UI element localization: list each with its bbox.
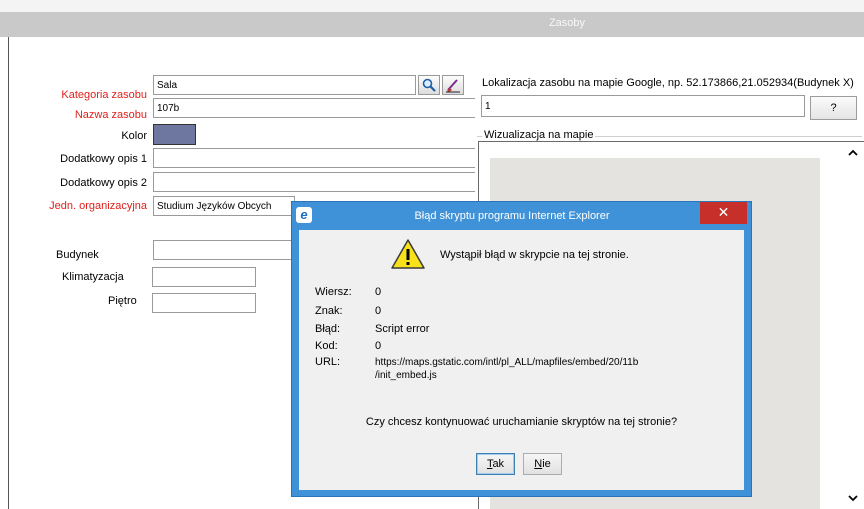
- building-input[interactable]: [153, 240, 295, 260]
- detail-value-code: 0: [375, 340, 382, 352]
- visualization-label: Wizualizacja na mapie: [482, 129, 596, 141]
- clear-button[interactable]: [442, 75, 464, 95]
- error-message: Wystąpił błąd w skrypcie na tej stronie.: [440, 249, 629, 261]
- yes-rest: ak: [492, 458, 505, 470]
- dialog-body: Wystąpił błąd w skrypcie na tej stronie.…: [299, 230, 744, 490]
- desc2-label: Dodatkowy opis 2: [60, 177, 147, 189]
- window-title: Zasoby: [548, 17, 586, 29]
- no-accel: N: [534, 458, 543, 470]
- detail-key-char: Znak:: [315, 305, 343, 317]
- category-input[interactable]: [153, 75, 416, 95]
- warning-icon: [391, 239, 425, 269]
- title-bar: Zasoby: [0, 0, 864, 37]
- dialog-title-bar[interactable]: e Błąd skryptu programu Internet Explore…: [292, 202, 751, 230]
- name-input[interactable]: [153, 98, 475, 118]
- desc1-input[interactable]: [153, 148, 475, 168]
- ac-label: Klimatyzacja: [62, 271, 124, 283]
- detail-value-error: Script error: [375, 323, 430, 335]
- name-label: Nazwa zasobu: [74, 109, 147, 121]
- script-error-dialog: e Błąd skryptu programu Internet Explore…: [291, 201, 752, 497]
- building-label: Budynek: [56, 249, 99, 261]
- color-swatch[interactable]: [153, 124, 196, 145]
- unit-label: Jedn. organizacyjna: [49, 200, 147, 212]
- no-rest: ie: [542, 458, 551, 470]
- eraser-icon: [446, 79, 460, 93]
- magnifier-icon: [422, 78, 436, 92]
- floor-input[interactable]: [152, 293, 256, 313]
- detail-value-char: 0: [375, 305, 382, 317]
- location-input[interactable]: [481, 95, 805, 117]
- scroll-up-icon[interactable]: [848, 149, 858, 160]
- dialog-title: Błąd skryptu programu Internet Explorer: [414, 210, 610, 222]
- url-line-1: https://maps.gstatic.com/intl/pl_ALL/map…: [375, 357, 639, 368]
- category-label: Kategoria zasobu: [61, 89, 147, 101]
- help-button[interactable]: ?: [810, 96, 857, 120]
- no-button[interactable]: Nie: [523, 453, 562, 475]
- desc1-label: Dodatkowy opis 1: [60, 153, 147, 165]
- ac-input[interactable]: [152, 267, 256, 287]
- search-button[interactable]: [418, 75, 440, 95]
- top-strip: [0, 0, 864, 12]
- close-button[interactable]: ✕: [700, 202, 747, 224]
- detail-key-line: Wiersz:: [315, 286, 352, 298]
- desc2-input[interactable]: [153, 172, 475, 192]
- location-label: Lokalizacja zasobu na mapie Google, np. …: [482, 77, 854, 89]
- left-border: [8, 37, 9, 509]
- unit-input[interactable]: [153, 196, 295, 216]
- detail-value-url: https://maps.gstatic.com/intl/pl_ALL/map…: [375, 356, 735, 382]
- page: Zasoby Kategoria zasobu Nazwa zasobu Kol…: [0, 0, 864, 509]
- continue-question: Czy chcesz kontynuować uruchamianie skry…: [365, 416, 678, 428]
- scroll-down-icon[interactable]: [848, 494, 858, 505]
- color-label: Kolor: [121, 130, 147, 142]
- detail-key-code: Kod:: [315, 340, 338, 352]
- detail-key-error: Błąd:: [315, 323, 341, 335]
- url-line-2: /init_embed.js: [375, 370, 437, 381]
- yes-button[interactable]: Tak: [476, 453, 515, 475]
- detail-value-line: 0: [375, 286, 382, 298]
- detail-key-url: URL:: [315, 356, 341, 368]
